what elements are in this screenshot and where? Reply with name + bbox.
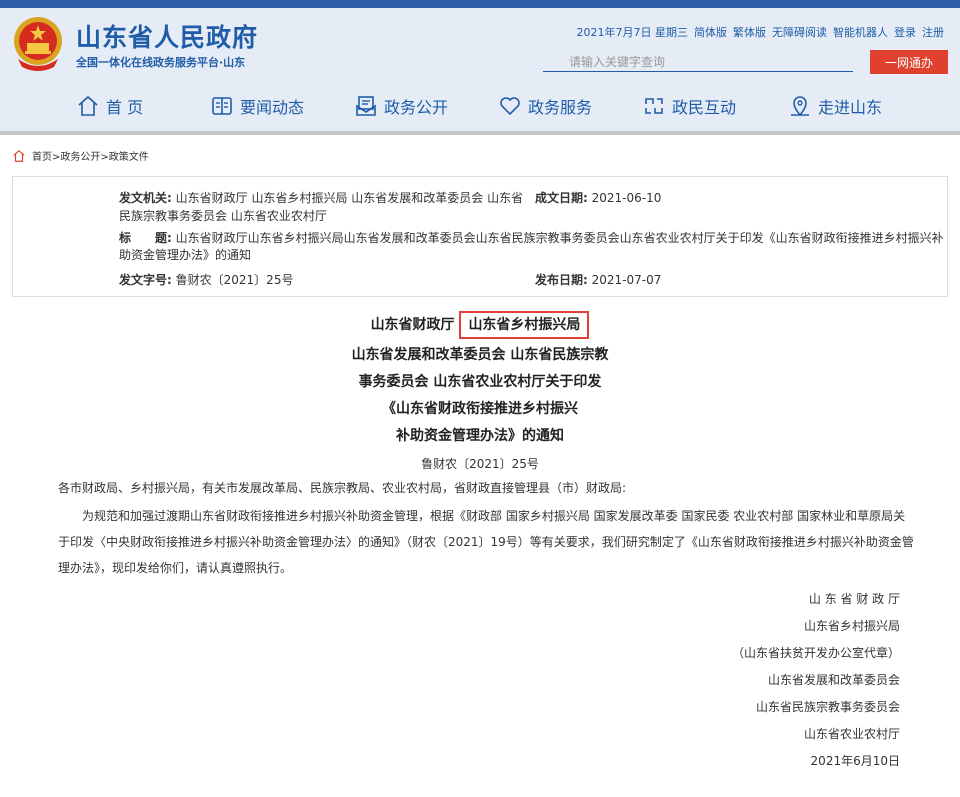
nav-label: 首 页	[106, 98, 144, 117]
national-emblem-icon	[14, 17, 62, 71]
document-open-icon	[356, 96, 376, 116]
nav-item-gov-service[interactable]: 政务服务	[498, 94, 592, 118]
document-number: 鲁财农〔2021〕25号	[421, 457, 539, 471]
body-paragraph: 为规范和加强过渡期山东省财政衔接推进乡村振兴补助资金管理，根据《财政部 国家乡村…	[58, 509, 914, 575]
nav-label: 政民互动	[672, 98, 737, 117]
nav-label: 走进山东	[818, 98, 883, 117]
date-label: 成文日期:	[535, 191, 588, 205]
title-part1: 山东省财政厅	[370, 317, 455, 333]
header-divider	[0, 131, 960, 135]
link-register[interactable]: 注册	[922, 24, 944, 40]
site-subtitle: 全国一体化在线政务服务平台·山东	[76, 56, 246, 69]
one-stop-service-button[interactable]: 一网通办	[870, 50, 948, 74]
main-nav: 首 页 要闻动态 政务公开 政务服务 政民互动 走进山东	[0, 88, 960, 128]
date-value: 2021-06-10	[591, 191, 662, 205]
document-title-line4: 《山东省财政衔接推进乡村振兴	[382, 401, 578, 417]
date-row: 成文日期: 2021-06-10	[535, 189, 661, 206]
issuer-label: 发文机关:	[119, 191, 172, 205]
heart-icon	[500, 97, 520, 116]
signature-line: （山东省扶贫开发办公室代章）	[731, 646, 900, 660]
link-accessibility[interactable]: 无障碍阅读	[772, 24, 827, 40]
title-value: 山东省财政厅山东省乡村振兴局山东省发展和改革委员会山东省民族宗教事务委员会山东省…	[119, 231, 944, 262]
breadcrumb: 首页>政务公开>政策文件	[12, 148, 149, 163]
home-icon	[78, 95, 98, 116]
document-title-line2: 山东省发展和改革委员会 山东省民族宗教	[351, 347, 609, 363]
current-date: 2021年7月7日 星期三	[576, 26, 689, 39]
publish-row: 发布日期: 2021-07-07	[535, 271, 661, 288]
nav-item-interaction[interactable]: 政民互动	[642, 94, 736, 118]
title-row: 标 题: 山东省财政厅山东省乡村振兴局山东省发展和改革委员会山东省民族宗教事务委…	[119, 230, 949, 264]
nav-label: 要闻动态	[240, 98, 305, 117]
highlighted-agency: 山东省乡村振兴局	[459, 311, 590, 339]
document-meta-box: 发文机关: 山东省财政厅 山东省乡村振兴局 山东省发展和改革委员会 山东省民族宗…	[12, 176, 948, 297]
signature-line: 山东省民族宗教事务委员会	[755, 700, 900, 714]
nav-item-home[interactable]: 首 页	[76, 94, 143, 118]
link-login[interactable]: 登录	[894, 24, 916, 40]
salutation: 各市财政局、乡村振兴局，有关市发展改革局、民族宗教局、农业农村局，省财政直接管理…	[58, 481, 627, 495]
issuer-value: 山东省财政厅 山东省乡村振兴局 山东省发展和改革委员会 山东省民族宗教事务委员会…	[119, 191, 524, 223]
nav-label: 政务服务	[528, 98, 593, 117]
interaction-icon	[645, 98, 663, 114]
newspaper-icon	[212, 97, 232, 115]
signature-line: 山东省农业农村厅	[803, 727, 900, 741]
home-icon	[13, 149, 25, 162]
nav-item-gov-open[interactable]: 政务公开	[354, 94, 448, 118]
link-traditional[interactable]: 繁体版	[733, 24, 766, 40]
title-label: 标 题:	[119, 231, 172, 245]
nav-item-news[interactable]: 要闻动态	[210, 94, 304, 118]
document-title-line5: 补助资金管理办法》的通知	[396, 428, 564, 444]
site-title[interactable]: 山东省人民政府	[76, 18, 258, 54]
search-input[interactable]	[543, 52, 853, 72]
number-row: 发文字号: 鲁财农〔2021〕25号	[119, 271, 293, 288]
number-label: 发文字号:	[119, 273, 172, 287]
link-simplified[interactable]: 简体版	[694, 24, 727, 40]
publish-value: 2021-07-07	[591, 273, 662, 287]
document-title-line3: 事务委员会 山东省农业农村厅关于印发	[358, 374, 602, 390]
document-title-line1: 山东省财政厅 山东省乡村振兴局	[0, 311, 960, 339]
nav-label: 政务公开	[384, 98, 449, 117]
issuer-row: 发文机关: 山东省财政厅 山东省乡村振兴局 山东省发展和改革委员会 山东省民族宗…	[119, 189, 527, 225]
nav-item-about[interactable]: 走进山东	[788, 94, 882, 118]
top-accent-bar	[0, 0, 960, 8]
link-robot[interactable]: 智能机器人	[833, 24, 888, 40]
signature-date: 2021年6月10日	[810, 754, 900, 768]
number-value: 鲁财农〔2021〕25号	[175, 273, 294, 287]
signature-line: 山东省乡村振兴局	[803, 619, 900, 633]
signature-line: 山 东 省 财 政 厅	[808, 592, 900, 606]
map-pin-icon	[791, 96, 809, 117]
signature-line: 山东省发展和改革委员会	[767, 673, 900, 687]
breadcrumb-text[interactable]: 首页>政务公开>政策文件	[32, 148, 149, 163]
top-links: 2021年7月7日 星期三 简体版 繁体版 无障碍阅读 智能机器人 登录 注册	[577, 24, 945, 40]
publish-label: 发布日期:	[535, 273, 588, 287]
